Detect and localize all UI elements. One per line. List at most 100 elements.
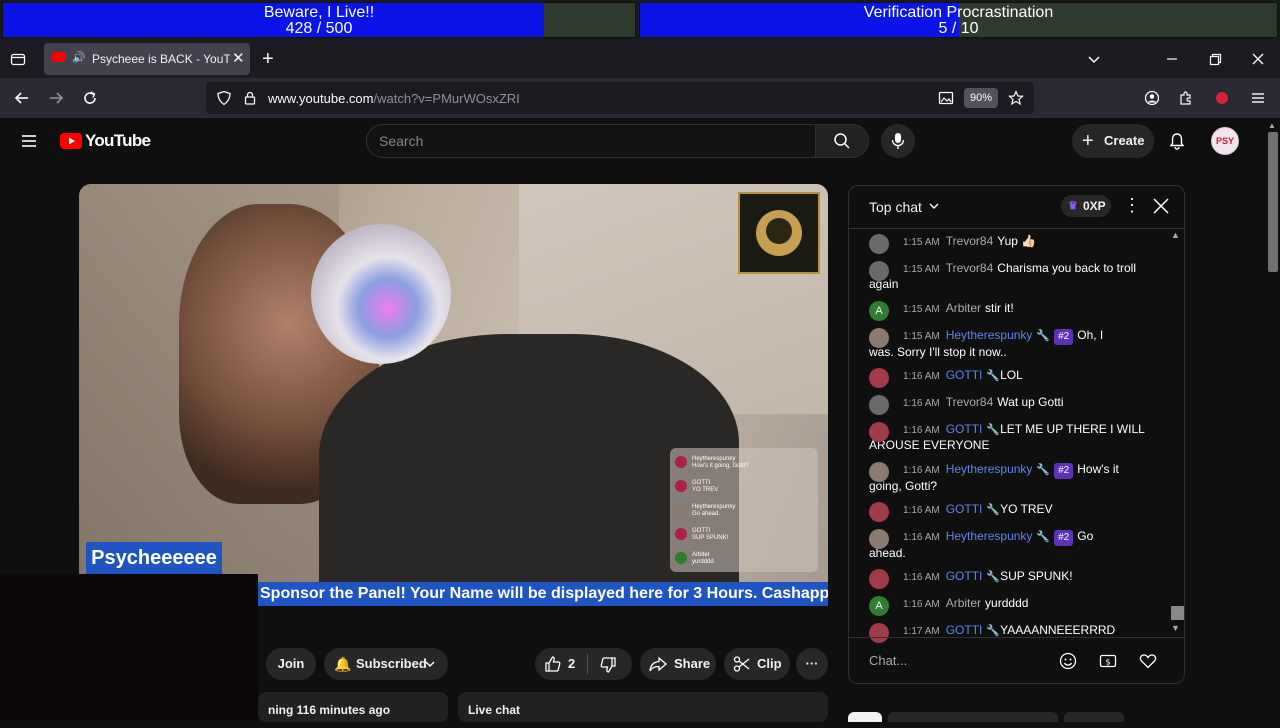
- chat-avatar[interactable]: A: [869, 301, 889, 321]
- account-icon[interactable]: [1144, 90, 1160, 110]
- more-vertical-icon[interactable]: ⋮: [1123, 196, 1141, 214]
- chat-message[interactable]: 1:15 AM Trevor84 Yup 👍🏻: [869, 234, 1149, 254]
- streaming-info-card[interactable]: ning 116 minutes ago: [258, 692, 448, 722]
- chat-avatar[interactable]: [869, 462, 889, 482]
- bookmark-star-icon[interactable]: [1007, 90, 1025, 110]
- subscribed-button[interactable]: 🔔 Subscribed: [324, 648, 448, 680]
- page-scrollbar[interactable]: ▲: [1265, 118, 1280, 720]
- more-actions-button[interactable]: ···: [796, 648, 828, 680]
- chat-author[interactable]: GOTTI: [946, 422, 983, 436]
- chat-avatar[interactable]: [869, 328, 889, 348]
- shield-icon[interactable]: [216, 90, 232, 110]
- chat-author[interactable]: Trevor84: [946, 261, 994, 275]
- chat-author[interactable]: Heytherespunky: [946, 328, 1033, 342]
- chat-author[interactable]: GOTTI: [946, 623, 983, 637]
- chat-message[interactable]: 1:15 AM Trevor84 Charisma you back to trol…: [869, 261, 1149, 291]
- restore-icon[interactable]: [1207, 51, 1223, 71]
- chat-message[interactable]: 1:16 AM Trevor84 Wat up Gotti: [869, 395, 1149, 415]
- lock-icon[interactable]: [242, 90, 258, 110]
- avatar[interactable]: PSY: [1211, 127, 1239, 155]
- chat-author[interactable]: Arbiter: [946, 596, 981, 610]
- page-scroll-thumb[interactable]: [1268, 132, 1278, 272]
- chat-avatar[interactable]: [869, 529, 889, 549]
- chat-avatar[interactable]: [869, 623, 889, 643]
- chat-author[interactable]: Heytherespunky: [946, 529, 1033, 543]
- forward-icon[interactable]: [48, 90, 64, 110]
- moderator-wrench-icon: 🔧: [986, 625, 1001, 637]
- extensions-icon[interactable]: [1178, 90, 1194, 110]
- super-chat-icon[interactable]: $: [1099, 652, 1117, 675]
- new-tab-button[interactable]: +: [262, 48, 274, 71]
- xp-button[interactable]: ♛ 0XP: [1061, 195, 1111, 217]
- back-icon[interactable]: [14, 90, 30, 110]
- chat-author[interactable]: Trevor84: [946, 395, 994, 409]
- minimize-icon[interactable]: [1164, 51, 1180, 71]
- chip-2[interactable]: [888, 712, 1058, 722]
- like-icon[interactable]: [544, 655, 562, 673]
- chat-avatar[interactable]: [869, 368, 889, 388]
- live-chat-card[interactable]: Live chat: [458, 692, 828, 722]
- chat-avatar[interactable]: [869, 569, 889, 589]
- picture-in-picture-icon[interactable]: [938, 90, 954, 110]
- chat-scroll-thumb[interactable]: [1171, 606, 1184, 620]
- hamburger-icon[interactable]: [20, 132, 38, 154]
- chat-message[interactable]: A 1:16 AM Arbiter yurdddd: [869, 596, 1149, 616]
- chat-message[interactable]: 1:15 AM Heytherespunky 🔧 #2 Oh, I was. Sorry …: [869, 328, 1149, 359]
- tab-close-icon[interactable]: ✕: [232, 49, 245, 67]
- create-button[interactable]: + Create: [1072, 124, 1154, 158]
- chat-text-continued: going, Gotti?: [869, 479, 938, 493]
- close-chat-icon[interactable]: [1152, 197, 1170, 220]
- voice-search-button[interactable]: [881, 124, 915, 158]
- search-button[interactable]: [815, 124, 869, 158]
- chat-message[interactable]: 1:16 AM Heytherespunky 🔧 #2 How's it going, G…: [869, 462, 1149, 493]
- join-button[interactable]: Join: [266, 648, 316, 680]
- chat-author[interactable]: GOTTI: [946, 569, 983, 583]
- chat-author[interactable]: GOTTI: [946, 368, 983, 382]
- speaker-icon[interactable]: 🔊: [72, 51, 86, 64]
- close-window-icon[interactable]: [1250, 51, 1266, 71]
- scroll-up-icon[interactable]: ▲: [1171, 230, 1183, 242]
- chat-message[interactable]: 1:16 AM GOTTI 🔧YO TREV: [869, 502, 1149, 522]
- chat-avatar[interactable]: [869, 261, 889, 281]
- emoji-icon[interactable]: [1059, 652, 1077, 675]
- chat-avatar[interactable]: [869, 502, 889, 522]
- url-bar[interactable]: www.youtube.com/watch?v=PMurWOsxZRI 90%: [206, 82, 1034, 114]
- share-button[interactable]: Share: [640, 648, 716, 680]
- list-all-tabs-icon[interactable]: [1086, 51, 1102, 71]
- chip-3[interactable]: [1064, 712, 1124, 722]
- reload-icon[interactable]: [82, 90, 98, 110]
- chat-author[interactable]: GOTTI: [946, 502, 983, 516]
- extension-red-icon[interactable]: [1216, 92, 1228, 104]
- chat-author[interactable]: Trevor84: [946, 234, 994, 248]
- more-horizontal-icon: ···: [805, 656, 819, 671]
- chat-avatar[interactable]: [869, 422, 889, 442]
- chat-avatar[interactable]: [869, 395, 889, 415]
- chat-message[interactable]: 1:16 AM GOTTI 🔧LOL: [869, 368, 1149, 388]
- chat-text-continued: ahead.: [869, 546, 906, 560]
- chat-message[interactable]: 1:16 AM GOTTI 🔧SUP SPUNK!: [869, 569, 1149, 589]
- chat-text: Wat up Gotti: [997, 395, 1064, 409]
- tab-title: Psycheee is BACK - YouTube: [92, 52, 230, 66]
- tab-list-icon[interactable]: [10, 51, 26, 71]
- chat-avatar[interactable]: A: [869, 596, 889, 616]
- chip-all[interactable]: [848, 712, 882, 722]
- leaderboard-badge: #2: [1054, 329, 1074, 345]
- dislike-icon[interactable]: [599, 656, 617, 674]
- chat-author[interactable]: Arbiter: [946, 301, 981, 315]
- zoom-level[interactable]: 90%: [964, 88, 998, 108]
- chat-text: Oh, I: [1077, 328, 1104, 342]
- chat-message[interactable]: 1:16 AM GOTTI 🔧LET ME UP THERE I WILL AROUS…: [869, 422, 1149, 452]
- chat-message[interactable]: 1:16 AM Heytherespunky 🔧 #2 Go ahead.: [869, 529, 1149, 560]
- scroll-down-icon[interactable]: ▼: [1171, 623, 1183, 635]
- menu-icon[interactable]: [1250, 90, 1266, 110]
- clip-button[interactable]: Clip: [724, 648, 790, 680]
- chat-avatar[interactable]: [869, 234, 889, 254]
- tab-active[interactable]: 🔊 Psycheee is BACK - YouTube ✕: [44, 43, 250, 75]
- top-chat-dropdown[interactable]: Top chat: [869, 199, 940, 215]
- scroll-up-arrow-icon[interactable]: ▲: [1268, 121, 1276, 130]
- chat-author[interactable]: Heytherespunky: [946, 462, 1033, 476]
- heart-icon[interactable]: [1139, 652, 1157, 675]
- chat-message[interactable]: A 1:15 AM Arbiter stir it!: [869, 301, 1149, 321]
- search-input[interactable]: Search: [366, 124, 816, 158]
- notifications-bell-icon[interactable]: [1168, 132, 1186, 154]
